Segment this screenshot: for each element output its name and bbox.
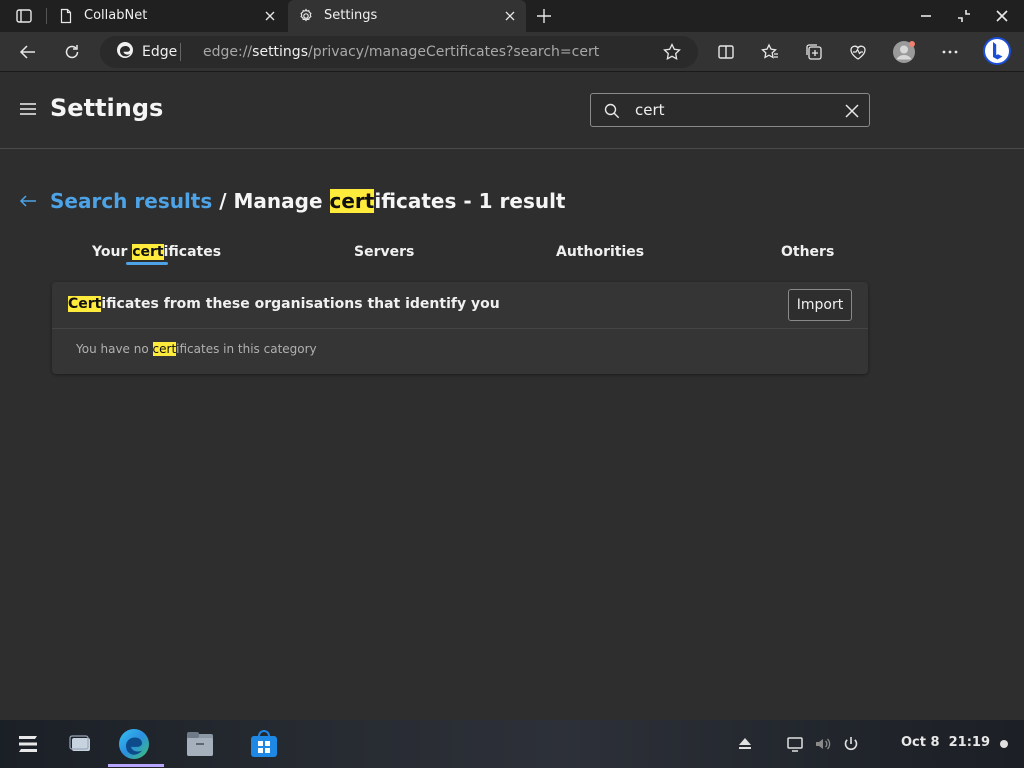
certificate-tabs: Your certificates Servers Authorities Ot… xyxy=(52,238,868,274)
edge-logo-icon xyxy=(116,41,134,63)
close-window-icon[interactable] xyxy=(992,6,1012,26)
search-highlight: cert xyxy=(152,342,177,356)
edge-browser-icon[interactable] xyxy=(118,728,150,760)
volume-icon[interactable] xyxy=(814,735,832,753)
search-results-link[interactable]: Search results xyxy=(50,189,212,213)
favorites-icon[interactable] xyxy=(758,40,782,64)
browser-essentials-icon[interactable] xyxy=(846,40,870,64)
minimize-icon[interactable] xyxy=(916,6,936,26)
active-app-indicator xyxy=(108,764,164,767)
tab-authorities[interactable]: Authorities xyxy=(556,244,644,260)
tab-strip: CollabNet Settings xyxy=(0,0,1024,32)
url-scheme: edge:// xyxy=(203,44,253,60)
edge-chip-label: Edge xyxy=(142,44,178,60)
card-title: Certificates from these organisations th… xyxy=(68,296,500,312)
breadcrumb-separator-text: / Manage xyxy=(212,189,330,213)
clock[interactable]: Oct 8 21:19 xyxy=(901,735,990,750)
refresh-icon[interactable] xyxy=(60,40,84,64)
close-tab-icon[interactable] xyxy=(502,8,518,24)
tab-label: Settings xyxy=(324,8,378,23)
search-input[interactable] xyxy=(635,100,835,120)
add-favorite-icon[interactable] xyxy=(662,42,682,62)
clear-search-icon[interactable] xyxy=(843,102,861,120)
collections-icon[interactable] xyxy=(802,40,826,64)
breadcrumb-rest-text: ificates - 1 result xyxy=(374,189,566,213)
restore-icon[interactable] xyxy=(954,6,974,26)
tab-label-pre: Your xyxy=(92,244,133,260)
page-icon xyxy=(58,8,74,24)
address-bar[interactable]: Edge edge://settings/privacy/manageCerti… xyxy=(100,36,698,68)
files-icon[interactable] xyxy=(184,728,216,760)
tab-your-certificates[interactable]: Your certificates xyxy=(92,244,221,260)
tab-separator xyxy=(46,8,47,24)
search-icon xyxy=(603,102,621,120)
clock-date: Oct 8 xyxy=(901,735,940,750)
empty-pre: You have no xyxy=(76,342,153,356)
url-host: settings xyxy=(252,44,308,60)
back-arrow-icon[interactable] xyxy=(18,191,38,211)
search-highlight: cert xyxy=(132,244,164,260)
empty-post: ificates in this category xyxy=(176,342,317,356)
tab-settings[interactable]: Settings xyxy=(288,0,526,32)
profile-avatar[interactable] xyxy=(892,40,916,64)
split-screen-icon[interactable] xyxy=(714,40,738,64)
search-highlight: cert xyxy=(329,189,375,213)
settings-page: Settings Search results / Manage certifi… xyxy=(0,72,1024,720)
tab-label-post: ificates xyxy=(163,244,222,260)
new-tab-icon[interactable] xyxy=(534,6,554,26)
close-tab-icon[interactable] xyxy=(262,8,278,24)
workspaces-icon[interactable] xyxy=(64,728,96,760)
bing-copilot-icon[interactable] xyxy=(982,36,1012,66)
clock-time: 21:19 xyxy=(948,735,990,750)
eject-icon[interactable] xyxy=(736,735,754,753)
zorin-menu-icon[interactable] xyxy=(12,728,44,760)
tab-others[interactable]: Others xyxy=(781,244,834,260)
empty-state-text: You have no certificates in this categor… xyxy=(76,342,317,356)
menu-icon[interactable] xyxy=(18,100,38,118)
breadcrumb: Search results / Manage certificates - 1… xyxy=(18,187,566,215)
breadcrumb-current: / Manage certificates - 1 result xyxy=(212,189,566,213)
tab-servers[interactable]: Servers xyxy=(354,244,414,260)
settings-search[interactable] xyxy=(590,93,870,127)
address-separator xyxy=(180,43,181,61)
tab-actions-icon[interactable] xyxy=(12,6,36,26)
software-store-icon[interactable] xyxy=(248,728,280,760)
power-icon[interactable] xyxy=(842,735,860,753)
taskbar: Oct 8 21:19 xyxy=(0,720,1024,768)
import-button[interactable]: Import xyxy=(788,289,852,321)
url-text[interactable]: edge://settings/privacy/manageCertificat… xyxy=(203,44,599,60)
header-divider xyxy=(0,148,1024,149)
certificates-card: Certificates from these organisations th… xyxy=(52,282,868,374)
edge-chip[interactable]: Edge xyxy=(116,41,178,63)
url-path: /privacy/manageCertificates?search=cert xyxy=(308,44,600,60)
search-highlight: Cert xyxy=(68,296,102,312)
tab-collabnet[interactable]: CollabNet xyxy=(48,0,286,32)
card-header: Certificates from these organisations th… xyxy=(52,282,868,329)
more-options-icon[interactable] xyxy=(938,40,962,64)
active-tab-indicator xyxy=(126,262,168,265)
page-title: Settings xyxy=(50,94,164,122)
notification-indicator[interactable] xyxy=(1000,740,1008,748)
gear-icon xyxy=(298,8,314,24)
display-icon[interactable] xyxy=(786,735,804,753)
back-icon[interactable] xyxy=(16,40,40,64)
browser-toolbar: Edge edge://settings/privacy/manageCerti… xyxy=(0,32,1024,72)
card-title-rest: ificates from these organisations that i… xyxy=(101,296,500,312)
tab-label: CollabNet xyxy=(84,8,148,23)
